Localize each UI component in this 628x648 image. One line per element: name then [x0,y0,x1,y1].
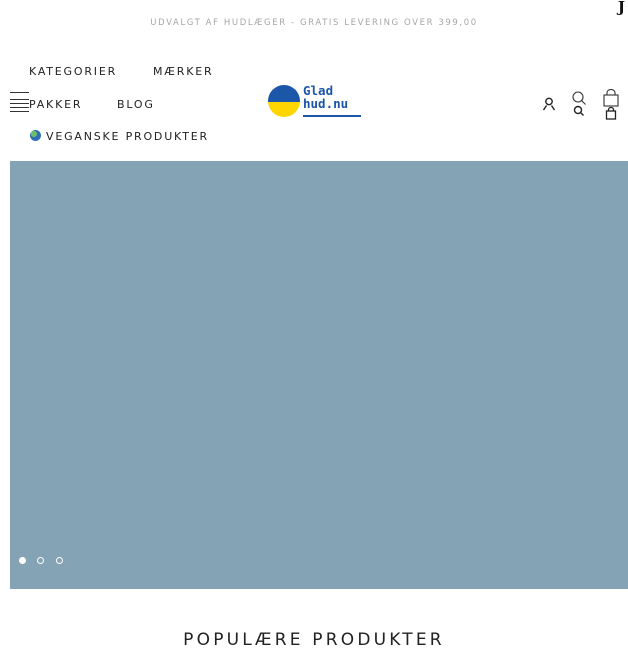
page: UDVALGT AF HUDLÆGER - GRATIS LEVERING OV… [0,0,628,648]
slide-dot-3[interactable] [56,557,63,564]
cart-icon[interactable] [602,88,620,125]
nav-link-veganske-label: VEGANSKE PRODUKTER [46,130,209,143]
hero-banner[interactable] [10,161,628,589]
nav-link-veganske-produkter[interactable]: VEGANSKE PRODUKTER [30,130,209,143]
slide-dot-1[interactable] [19,557,26,564]
section-title: POPULÆRE PRODUKTER [183,630,445,648]
logo-underline [303,115,361,117]
search-icon[interactable] [571,91,587,123]
nav-link-pakker[interactable]: PAKKER [29,98,82,111]
globe-icon [30,130,41,141]
logo-text-line2: hud.nu [303,96,349,111]
menu-icon[interactable] [10,92,29,114]
site-logo[interactable]: Glad hud.nu [267,84,367,122]
nav-link-blog[interactable]: BLOG [117,98,155,111]
nav-link-kategorier[interactable]: KATEGORIER [29,65,117,78]
slide-dot-2[interactable] [37,557,44,564]
logo-mark [268,85,300,117]
announcement-bar: UDVALGT AF HUDLÆGER - GRATIS LEVERING OV… [150,18,478,28]
account-icon[interactable] [542,96,556,115]
nav-link-maerker[interactable]: MÆRKER [153,65,213,78]
corner-mark: J [617,0,625,16]
logo-text: Glad hud.nu [303,84,348,110]
